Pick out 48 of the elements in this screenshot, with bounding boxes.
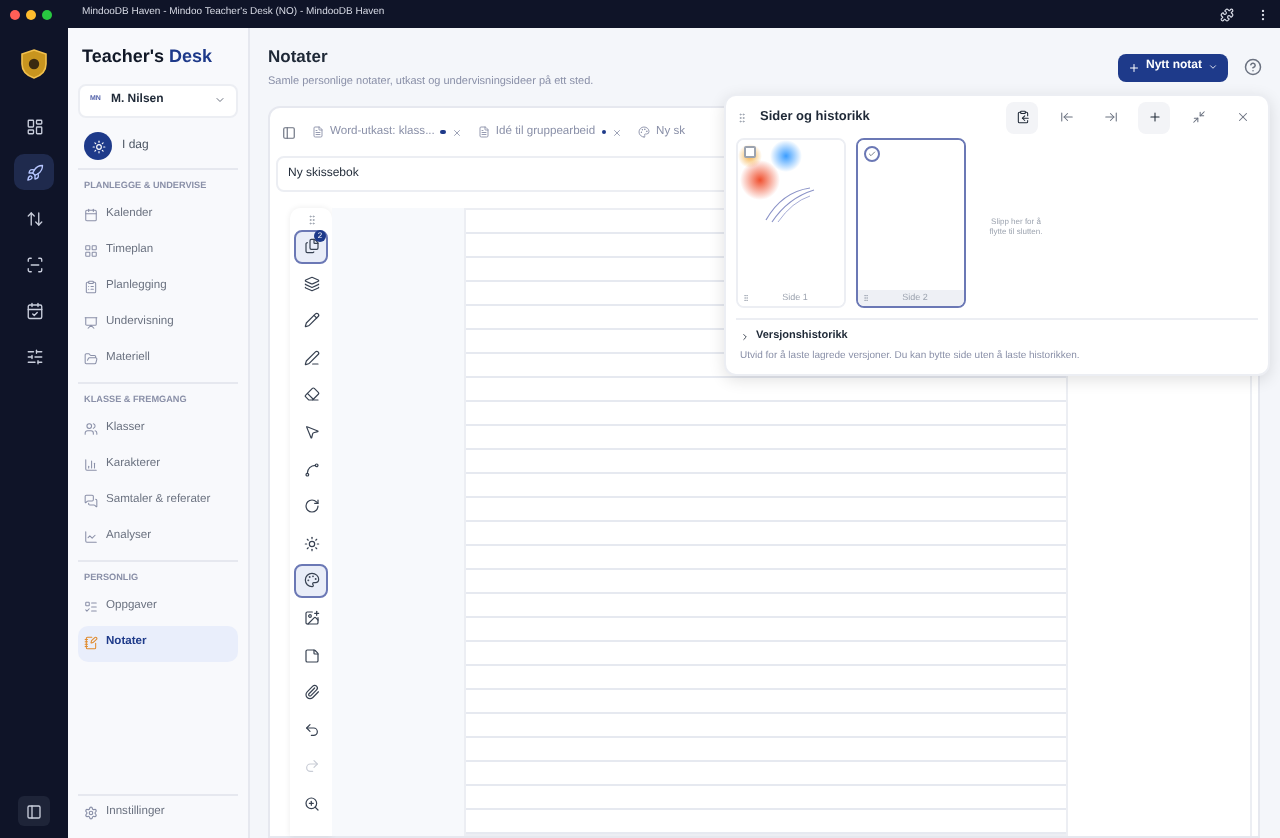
move-right-icon <box>1103 110 1117 124</box>
move-left-icon <box>1059 110 1073 124</box>
minimize-icon <box>1191 110 1205 124</box>
chevron-down-icon <box>214 94 226 106</box>
page-title: Notater <box>268 43 330 69</box>
scan-icon <box>25 255 43 273</box>
dashboard-icon <box>25 117 43 135</box>
presentation-icon <box>84 316 98 330</box>
extension-icon[interactable] <box>1220 7 1234 21</box>
rail-nav-button[interactable] <box>14 154 54 190</box>
close-icon <box>1235 110 1249 124</box>
chat-icon <box>84 494 98 508</box>
plus-icon <box>1128 61 1140 73</box>
document-icon <box>312 126 324 138</box>
rocket-icon <box>25 163 43 181</box>
folder-icon <box>84 352 98 366</box>
avatar-icon <box>84 132 112 160</box>
bar-chart-icon <box>84 458 98 472</box>
checkbox[interactable] <box>744 146 756 158</box>
help-icon <box>1244 58 1262 76</box>
sketch-drawing <box>738 140 818 224</box>
palette-icon <box>638 126 651 138</box>
chevron-down-icon <box>1208 62 1218 72</box>
grid-icon <box>84 244 98 258</box>
help-button[interactable] <box>1244 58 1262 76</box>
panel-toggle-button[interactable] <box>18 796 50 826</box>
calendar-icon <box>25 301 43 319</box>
checklist-icon <box>84 600 98 614</box>
panel-left-icon <box>26 803 42 819</box>
plus-icon <box>1147 110 1161 124</box>
settings-icon <box>84 806 98 820</box>
sliders-icon <box>25 347 43 365</box>
users-icon <box>84 422 98 436</box>
chevron-down-icon <box>740 331 750 342</box>
clipboard-icon <box>1015 110 1029 124</box>
app-title: Teacher's Desk <box>80 44 215 70</box>
more-icon[interactable] <box>1256 7 1270 21</box>
clipboard-icon <box>84 280 98 294</box>
calendar-icon <box>84 208 98 222</box>
check-circle-icon <box>864 146 880 162</box>
line-chart-icon <box>84 530 98 544</box>
sidebar-toggle-icon[interactable] <box>282 125 296 139</box>
notebook-icon <box>84 636 98 650</box>
document-icon <box>477 126 490 138</box>
sort-arrows-icon <box>25 209 43 227</box>
tool-button[interactable] <box>294 563 328 598</box>
shield-logo-icon <box>20 48 48 80</box>
panel-action-button[interactable] <box>1006 101 1038 133</box>
